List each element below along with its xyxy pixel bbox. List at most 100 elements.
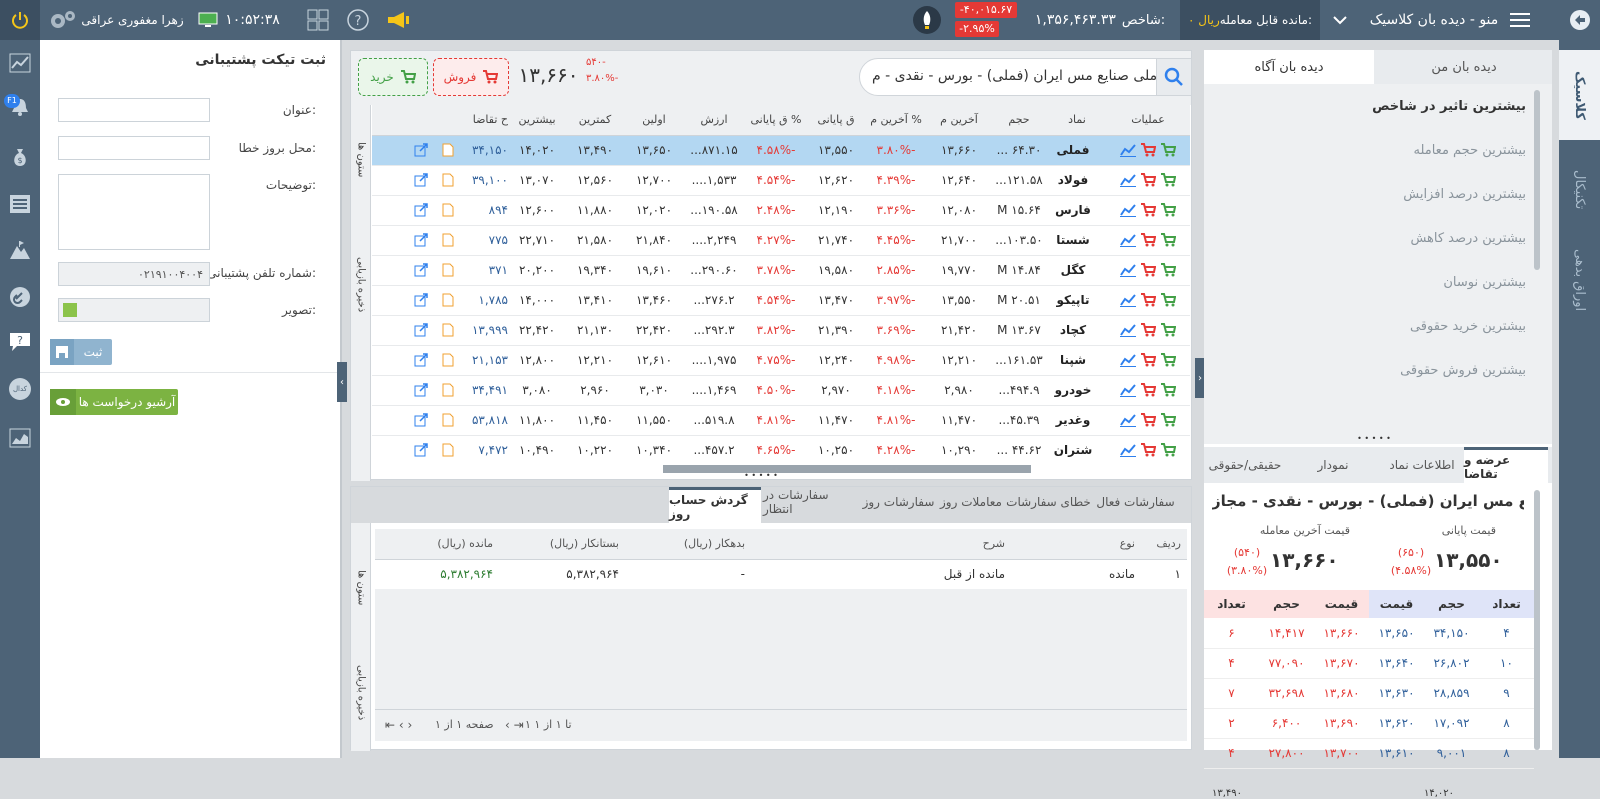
kodal-icon[interactable]: کدال [8,377,32,401]
chart-icon[interactable] [1120,143,1137,158]
horizontal-scrollbar[interactable] [663,465,1031,473]
document-icon[interactable] [438,263,454,277]
document-icon[interactable] [438,143,454,157]
tab-chart[interactable]: نمودار [1286,447,1380,483]
table-row[interactable]: خودرو ۴۹۴.۹... ۲,۹۸۰ -۴.۱۸% ۲,۹۷۰ -۴.۵۰% ۱,۴۶۹… [372,375,1190,406]
subject-input[interactable] [58,98,210,122]
image-upload-field[interactable] [58,298,210,322]
chart-icon[interactable] [1120,443,1137,458]
resize-handle[interactable]: • • • • • [736,472,786,480]
col-symbol[interactable]: نماد [1048,105,1106,136]
table-row[interactable]: تاپیکو ۲۰.۵۱ M ۱۳,۵۵۰ -۳.۹۷% ۱۳,۴۷۰ -۴.۵۴% ۲۷۶… [372,285,1190,316]
col-first[interactable]: اولین [624,105,684,136]
table-row[interactable]: شپنا ۱۶۱.۵۳... ۱۲,۲۱۰ -۴.۹۸% ۱۲,۲۴۰ -۴.۷۵% ۱,۹… [372,345,1190,376]
question-chat-icon[interactable]: ? [8,330,32,354]
tab-symbol-info[interactable]: اطلاعات نماد [1380,447,1464,483]
order-book-row[interactable]: ۴ ۷۷,۰۹۰ ۱۳,۶۷۰ ۱۳,۶۴۰ ۲۶,۸۰۲ ۱۰ [1204,648,1534,679]
chart-icon[interactable] [1120,323,1137,338]
watch-list-item[interactable]: بیشترین حجم معامله [1204,128,1552,172]
tab-order-book[interactable]: عرضه و تقاضا [1464,447,1548,483]
tab-day-account-statement[interactable]: گردش حساب روز [669,487,761,523]
money-bag-icon[interactable]: $ [8,145,32,169]
sell-cart-icon[interactable] [1140,383,1157,397]
row-symbol[interactable]: خودرو [1048,375,1106,406]
sell-button[interactable]: فروش [433,58,509,96]
watch-list-item[interactable]: بیشترین تاثیر در شاخص [1204,84,1552,128]
power-icon[interactable] [0,0,40,40]
sidebar-resize-handle[interactable]: • • • • • [1349,434,1399,444]
row-symbol[interactable]: شتران [1048,435,1106,465]
sell-cart-icon[interactable] [1140,293,1157,307]
row-symbol[interactable]: کچاد [1048,315,1106,346]
order-book-row[interactable]: ۷ ۳۲,۶۹۸ ۱۳,۶۸۰ ۱۳,۶۳۰ ۲۸,۸۵۹ ۹ [1204,678,1534,709]
row-symbol[interactable]: فولاد [1048,165,1106,196]
buy-cart-icon[interactable] [1160,203,1177,217]
buy-cart-icon[interactable] [1160,323,1177,337]
tab-active-orders[interactable]: سفارشات فعال [1093,487,1178,517]
chart-icon[interactable] [1120,353,1137,368]
description-textarea[interactable] [58,174,210,250]
chart-icon[interactable] [1120,203,1137,218]
col-close[interactable]: ق پایانی [808,105,864,136]
document-icon[interactable] [438,203,454,217]
bottom-save-restore-toggle[interactable]: ذخیره بازیابی [351,643,371,743]
chart-icon[interactable] [1120,383,1137,398]
mountain-icon[interactable] [8,238,32,262]
col-volume[interactable]: حجم [990,105,1048,136]
watch-list-item[interactable]: بیشترین درصد افزایش [1204,172,1552,216]
buy-cart-icon[interactable] [1160,293,1177,307]
external-link-icon[interactable] [412,443,428,457]
chart-line-icon[interactable] [8,51,32,75]
rail-tab-bonds[interactable]: اوراق بدهی [1559,235,1600,325]
col-value[interactable]: ارزش [684,105,744,136]
help-icon[interactable]: ? [340,0,376,40]
link-icon[interactable] [8,285,32,309]
tab-my-watch[interactable]: دیده بان من [1376,50,1552,84]
error-location-input[interactable] [58,136,210,160]
app-title[interactable]: منو - دیده بان کلاسیک [1365,0,1503,40]
tab-day-trades[interactable]: معاملات روز [936,487,1006,517]
watch-list-item[interactable]: بیشترین درصد کاهش [1204,216,1552,260]
upload-icon[interactable] [63,303,77,317]
document-icon[interactable] [438,443,454,457]
watch-list-scrollbar[interactable] [1534,90,1540,270]
rocket-icon[interactable] [910,0,944,40]
list-icon[interactable] [8,192,32,216]
col-last-pct[interactable]: % آخرین م [864,105,928,136]
chart-icon[interactable] [1120,263,1137,278]
chart-area-icon[interactable] [8,426,32,450]
watch-list-item[interactable]: بیشترین خرید حقوقی [1204,304,1552,348]
document-icon[interactable] [438,413,454,427]
document-icon[interactable] [438,173,454,187]
col-type[interactable]: نوع [1011,529,1141,560]
hamburger-menu-icon[interactable] [1505,0,1535,40]
rail-tab-classic[interactable]: کلاسیک [1559,50,1600,140]
row-symbol[interactable]: فارس [1048,195,1106,226]
row-symbol[interactable]: تاپیکو [1048,285,1106,316]
table-row[interactable]: فولاد ۱۲۱.۵۸... ۱۲,۶۴۰ -۴.۳۹% ۱۲,۶۲۰ -۴.۵۴% ۱,… [372,165,1190,196]
external-link-icon[interactable] [412,263,428,277]
sell-cart-icon[interactable] [1140,173,1157,187]
pager-nav-icons[interactable]: ⇤ ‹ › [385,718,412,732]
chart-icon[interactable] [1120,173,1137,188]
row-symbol[interactable]: کگل [1048,255,1106,286]
sell-cart-icon[interactable] [1140,353,1157,367]
bottom-columns-toggle[interactable]: ستون ها [351,553,371,623]
buy-cart-icon[interactable] [1160,143,1177,157]
col-description[interactable]: شرح [751,529,1011,560]
tab-order-errors[interactable]: خطای سفارشات [1006,487,1091,517]
row-symbol[interactable]: فملی [1048,135,1106,166]
watch-list-item[interactable]: بیشترین فروش حقوقی [1204,348,1552,392]
document-icon[interactable] [438,293,454,307]
row-symbol[interactable]: وغدیر [1048,405,1106,436]
table-row[interactable]: فملی ۶۴.۳۰ ... ۱۳,۶۶۰ -۳.۸۰% ۱۳,۵۵۰ -۴.۵۸% ۸۷۱… [372,135,1190,166]
document-icon[interactable] [438,233,454,247]
external-link-icon[interactable] [412,353,428,367]
col-low[interactable]: کمترین [566,105,624,136]
table-row[interactable]: کگل ۱۴.۸۴ M ۱۹,۷۷۰ -۲.۸۵% ۱۹,۵۸۰ -۳.۷۸% ۲۹۰.۶۰… [372,255,1190,286]
sell-cart-icon[interactable] [1140,233,1157,247]
table-row[interactable]: کچاد ۱۳.۶۷ M ۲۱,۴۲۰ -۳.۶۹% ۲۱,۳۹۰ -۳.۸۲% ۲۹۲.۳… [372,315,1190,346]
external-link-icon[interactable] [412,383,428,397]
tab-day-orders[interactable]: سفارشات روز [861,487,936,517]
save-restore-toggle[interactable]: ذخیره بازیابی [351,235,371,335]
